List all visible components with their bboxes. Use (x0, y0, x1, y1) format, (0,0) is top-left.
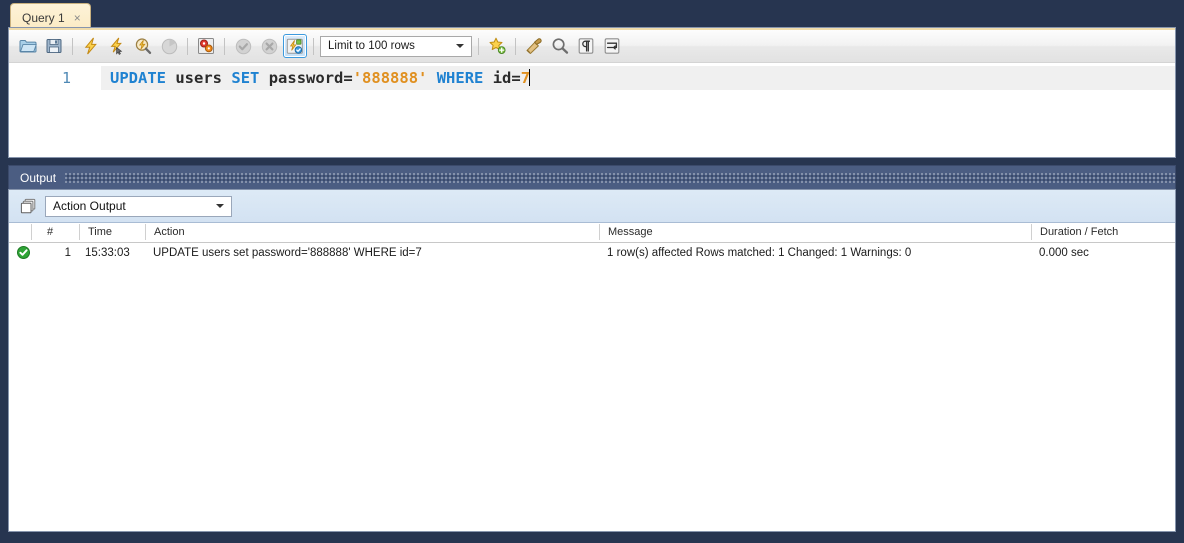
floppy-disk-icon (46, 39, 62, 53)
rollback-button[interactable] (257, 34, 281, 58)
sql-token-table-users: users (175, 69, 223, 87)
stop-circle-icon (161, 38, 177, 54)
sql-token-keyword-set: SET (231, 69, 260, 87)
sql-token-keyword-where: WHERE (436, 69, 484, 87)
wrap-lines-icon (604, 38, 620, 54)
folder-icon (19, 40, 37, 53)
column-divider[interactable] (1031, 224, 1032, 240)
open-sql-script-button[interactable] (16, 34, 40, 58)
commit-button[interactable] (231, 34, 255, 58)
sql-code-area[interactable]: 1 UPDATE users SET password='888888' WHE… (9, 63, 1175, 156)
column-header-time[interactable]: Time (88, 226, 112, 239)
toolbar-separator (224, 37, 225, 55)
column-divider[interactable] (31, 224, 32, 240)
toggle-invisible-chars-button[interactable] (574, 34, 598, 58)
sql-space (483, 69, 492, 87)
toolbar-separator (478, 37, 479, 55)
lightning-bolt-cursor-icon (110, 37, 123, 55)
output-toolbar: Action Output (9, 190, 1175, 223)
toggle-autocommit-button[interactable] (283, 34, 307, 58)
row-number: 1 (64, 247, 71, 259)
magnifier-icon (552, 38, 569, 54)
row-message: 1 row(s) affected Rows matched: 1 Change… (607, 247, 912, 259)
toolbar-separator (187, 37, 188, 55)
toolbar-separator (515, 37, 516, 55)
sql-token-keyword-update: UPDATE (110, 69, 166, 87)
stacked-windows-icon (20, 198, 35, 213)
table-row[interactable]: 1 15:33:03 UPDATE users set password='88… (9, 243, 1175, 263)
check-circle-icon (235, 38, 251, 54)
find-button[interactable] (548, 34, 572, 58)
autocommit-icon (286, 38, 303, 54)
sql-space (222, 69, 231, 87)
sql-token-string-literal: '888888' (352, 69, 428, 87)
row-time: 15:33:03 (85, 247, 130, 259)
gears-document-icon (197, 38, 214, 54)
output-panel-title: Output (20, 170, 57, 185)
chevron-down-icon (456, 44, 464, 48)
beautify-query-button[interactable] (522, 34, 546, 58)
column-header-message[interactable]: Message (608, 226, 653, 239)
sql-token-column-password: password (268, 69, 344, 87)
copy-stack-icon[interactable] (17, 195, 39, 217)
sql-space (166, 69, 175, 87)
status-badge (17, 246, 30, 259)
lightning-bolt-icon (84, 37, 97, 55)
column-divider[interactable] (599, 224, 600, 240)
toggle-word-wrap-button[interactable] (600, 34, 624, 58)
column-header-duration[interactable]: Duration / Fetch (1040, 226, 1118, 239)
explain-statement-button[interactable] (131, 34, 155, 58)
sql-space (259, 69, 268, 87)
magnifier-lightning-icon (135, 38, 152, 54)
row-limit-select[interactable]: Limit to 100 rows (320, 35, 472, 57)
column-header-action[interactable]: Action (154, 226, 185, 239)
sql-token-operator-equals: = (343, 69, 353, 87)
sql-editor-panel: Limit to 100 rows 1 UPDATE users SET pas… (8, 27, 1176, 158)
close-icon[interactable]: × (74, 12, 81, 24)
star-plus-icon (489, 37, 506, 54)
line-number-gutter: 1 (9, 63, 81, 156)
row-duration: 0.000 sec (1039, 247, 1089, 259)
line-number: 1 (61, 69, 71, 87)
cross-circle-icon (261, 38, 277, 54)
column-header-number[interactable]: # (47, 226, 53, 239)
sql-token-operator-equals-2: = (511, 69, 521, 87)
toolbar-separator (72, 37, 73, 55)
sql-space (427, 69, 436, 87)
pilcrow-icon (578, 38, 594, 54)
stop-execution-button[interactable] (157, 34, 181, 58)
tab-query-1[interactable]: Query 1 × (10, 3, 91, 28)
column-divider[interactable] (145, 224, 146, 240)
sql-statement[interactable]: UPDATE users SET password='888888' WHERE… (110, 68, 531, 88)
brush-icon (526, 38, 542, 54)
output-view-value: Action Output (53, 199, 126, 213)
action-output-header-row: # Time Action Message Duration / Fetch (9, 223, 1175, 243)
green-check-icon (17, 246, 30, 259)
chevron-down-icon (216, 204, 224, 208)
toggle-query-stats-button[interactable] (194, 34, 218, 58)
panel-drag-grip[interactable] (65, 172, 1175, 183)
save-sql-script-button[interactable] (42, 34, 66, 58)
execute-statement-button[interactable] (79, 34, 103, 58)
sql-token-column-id: id (492, 69, 512, 87)
mysql-workbench-window: Query 1 × Limit to 100 rows 1 UPDATE use… (0, 0, 1184, 543)
output-panel: Action Output # Time Action Message Dura… (8, 189, 1176, 532)
row-limit-value: Limit to 100 rows (328, 39, 415, 52)
column-divider[interactable] (79, 224, 80, 240)
save-snippet-button[interactable] (485, 34, 509, 58)
toolbar-separator (313, 37, 314, 55)
tab-query-1-label: Query 1 (22, 10, 65, 25)
action-output-grid: # Time Action Message Duration / Fetch 1… (9, 223, 1175, 263)
text-cursor (529, 69, 531, 86)
output-panel-header: Output (8, 165, 1176, 189)
row-action: UPDATE users set password='888888' WHERE… (153, 247, 422, 259)
output-view-select[interactable]: Action Output (45, 195, 232, 217)
sql-editor-toolbar: Limit to 100 rows (9, 28, 1175, 63)
editor-tab-strip: Query 1 × (0, 0, 1184, 28)
execute-current-statement-button[interactable] (105, 34, 129, 58)
